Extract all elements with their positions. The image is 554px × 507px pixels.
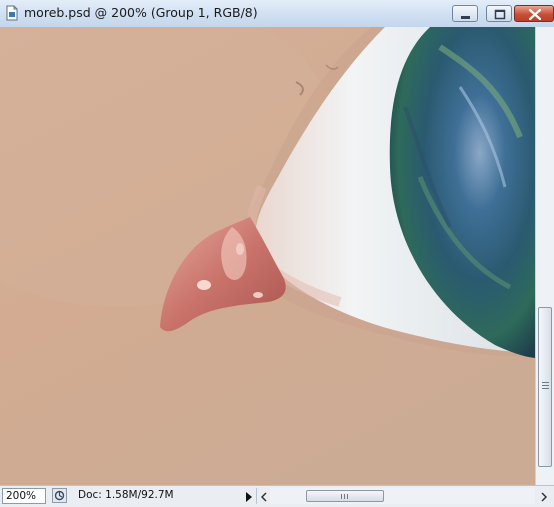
window-title: moreb.psd @ 200% (Group 1, RGB/8) [24,5,258,20]
maximize-button[interactable] [486,5,512,22]
photoshop-document-icon [4,5,20,21]
chevron-left-icon [260,492,267,502]
horizontal-scrollbar[interactable] [270,488,535,504]
vertical-scroll-thumb[interactable] [538,307,552,467]
document-size-info: Doc: 1.58M/92.7M [78,489,174,501]
status-info-menu-arrow[interactable] [243,489,255,503]
minimize-button[interactable] [452,5,478,22]
zoom-input[interactable]: 200% [2,488,46,504]
status-bar: 200% Doc: 1.58M/92.7M [0,485,554,507]
scroll-left-button[interactable] [258,489,270,503]
triangle-right-icon [246,492,252,502]
close-button[interactable] [514,5,554,22]
scroll-right-button[interactable] [538,489,550,503]
status-menu-button[interactable] [52,488,67,503]
image-canvas[interactable] [0,27,535,485]
maximize-icon [494,9,506,20]
document-window: moreb.psd @ 200% (Group 1, RGB/8) 200% D… [0,0,554,507]
horizontal-scroll-thumb[interactable] [306,490,384,502]
close-icon [528,8,542,21]
navigator-icon [52,488,67,503]
minimize-icon [461,16,470,19]
eye-painting [0,27,535,485]
title-bar[interactable]: moreb.psd @ 200% (Group 1, RGB/8) [0,0,554,28]
chevron-right-icon [541,492,548,502]
vertical-scrollbar[interactable] [535,27,554,485]
